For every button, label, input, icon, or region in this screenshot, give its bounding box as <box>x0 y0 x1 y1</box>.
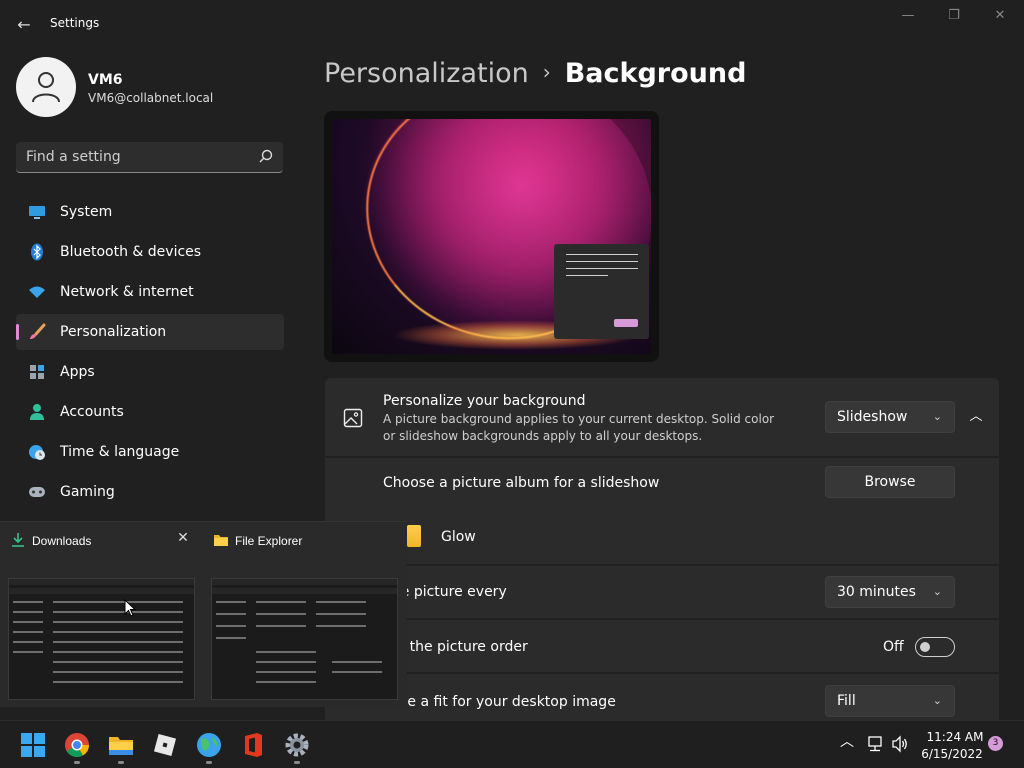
sidebar-item-apps[interactable]: Apps <box>16 354 284 390</box>
thumbnail-downloads[interactable]: Downloads ✕ <box>0 522 203 708</box>
chevron-down-icon: ⌄ <box>932 410 942 423</box>
thumbnail-preview <box>211 578 398 700</box>
taskbar: ︿ 11:24 AM 6/15/2022 3 <box>0 720 1024 768</box>
gamepad-icon <box>28 483 46 501</box>
edge-globe-icon[interactable] <box>195 731 223 759</box>
sidebar-item-accounts[interactable]: Accounts <box>16 394 284 430</box>
chevron-down-icon: ⌄ <box>932 585 942 598</box>
person-icon <box>32 72 60 103</box>
page-title: Background <box>564 58 747 89</box>
settings-gear-icon[interactable] <box>283 731 311 759</box>
sidebar-item-bluetooth[interactable]: Bluetooth & devices <box>16 234 284 270</box>
album-label: Choose a picture album for a slideshow <box>383 475 660 491</box>
sidebar-nav: System Bluetooth & devices Network & int… <box>16 194 284 514</box>
file-explorer-icon[interactable] <box>107 731 135 759</box>
background-type-dropdown[interactable]: Slideshow ⌄ <box>825 401 955 433</box>
breadcrumb-parent[interactable]: Personalization <box>324 58 529 89</box>
background-settings-panel: Personalize your background A picture ba… <box>325 378 999 723</box>
browse-button[interactable]: Browse <box>825 466 955 498</box>
sidebar-item-label: Apps <box>60 364 95 380</box>
sidebar-item-system[interactable]: System <box>16 194 284 230</box>
sidebar-item-label: Time & language <box>60 444 180 460</box>
tray-overflow-chevron[interactable]: ︿ <box>840 731 854 751</box>
fit-row: oose a fit for your desktop image Fill ⌄ <box>325 674 999 723</box>
image-icon <box>343 408 363 428</box>
chevron-down-icon: ⌄ <box>932 694 942 707</box>
fit-dropdown[interactable]: Fill ⌄ <box>825 685 955 717</box>
thumbnail-title: File Explorer <box>235 534 303 548</box>
close-icon[interactable]: ✕ <box>175 530 191 550</box>
wifi-icon <box>28 283 46 301</box>
user-name: VM6 <box>88 72 123 88</box>
app-title: Settings <box>50 16 100 30</box>
sidebar-item-label: Network & internet <box>60 284 194 300</box>
thumbnail-title: Downloads <box>32 534 92 548</box>
globe-clock-icon <box>28 443 46 461</box>
shuffle-row: ffle the picture order Off <box>325 620 999 672</box>
clock-time[interactable]: 11:24 AM <box>925 730 985 744</box>
sidebar-item-label: Accounts <box>60 404 124 420</box>
taskbar-thumbnail-popup: Downloads ✕ File Explorer <box>0 521 407 707</box>
album-folder-name: Glow <box>441 529 476 545</box>
volume-icon[interactable] <box>891 735 909 753</box>
apps-icon <box>28 363 46 381</box>
minimize-button[interactable]: — <box>888 6 928 26</box>
mouse-cursor-icon <box>124 599 136 617</box>
album-row: Choose a picture album for a slideshow B… <box>325 458 999 564</box>
sidebar-item-personalization[interactable]: Personalization <box>16 314 284 350</box>
network-wired-icon[interactable] <box>866 735 884 753</box>
close-button[interactable]: ✕ <box>980 6 1020 26</box>
shuffle-state: Off <box>883 639 904 655</box>
notification-badge[interactable]: 3 <box>988 736 1003 751</box>
sidebar-item-time-language[interactable]: Time & language <box>16 434 284 470</box>
roblox-icon[interactable] <box>151 731 179 759</box>
collapse-button[interactable]: ︿ <box>965 402 987 432</box>
monitor-icon <box>28 203 46 221</box>
search-icon[interactable] <box>259 149 273 163</box>
brush-icon <box>28 323 46 341</box>
personalize-background-description: A picture background applies to your cur… <box>383 412 775 443</box>
download-icon <box>12 533 24 547</box>
interval-value: 30 minutes <box>837 584 916 600</box>
title-bar: ← Settings — ❐ ✕ <box>0 0 1024 48</box>
personalize-background-card: Personalize your background A picture ba… <box>325 378 999 456</box>
avatar[interactable] <box>16 57 76 117</box>
clock-date[interactable]: 6/15/2022 <box>920 747 984 761</box>
person-icon <box>28 403 46 421</box>
office-icon[interactable] <box>239 731 267 759</box>
search-box <box>16 142 283 173</box>
shuffle-toggle[interactable] <box>915 637 955 657</box>
thumbnail-file-explorer[interactable]: File Explorer <box>203 522 406 708</box>
chevron-up-icon: ︿ <box>969 409 983 424</box>
maximize-button[interactable]: ❐ <box>934 6 974 26</box>
fit-value: Fill <box>837 693 856 709</box>
preview-window <box>554 244 649 339</box>
wallpaper-preview-image <box>332 119 651 354</box>
sidebar-item-network[interactable]: Network & internet <box>16 274 284 310</box>
sidebar-item-label: Personalization <box>60 324 167 340</box>
chrome-icon[interactable] <box>63 731 91 759</box>
sidebar-item-label: Gaming <box>60 484 115 500</box>
back-button[interactable]: ← <box>12 12 36 36</box>
interval-dropdown[interactable]: 30 minutes ⌄ <box>825 576 955 608</box>
bluetooth-icon <box>28 243 46 261</box>
user-email: VM6@collabnet.local <box>88 91 214 105</box>
search-input[interactable] <box>16 142 246 172</box>
sidebar-item-label: Bluetooth & devices <box>60 244 202 260</box>
desktop-preview <box>324 111 659 362</box>
fit-label: oose a fit for your desktop image <box>383 694 616 710</box>
folder-icon <box>407 525 421 547</box>
sidebar-item-label: System <box>60 204 113 220</box>
personalize-background-title: Personalize your background <box>383 393 586 409</box>
start-icon[interactable] <box>19 731 47 759</box>
sidebar-item-gaming[interactable]: Gaming <box>16 474 284 510</box>
folder-icon <box>214 535 228 546</box>
breadcrumb-separator: › <box>542 60 551 84</box>
interval-row: nge picture every 30 minutes ⌄ <box>325 566 999 618</box>
background-type-value: Slideshow <box>837 409 908 425</box>
breadcrumb: Personalization › Background <box>324 58 746 89</box>
thumbnail-preview <box>8 578 195 700</box>
